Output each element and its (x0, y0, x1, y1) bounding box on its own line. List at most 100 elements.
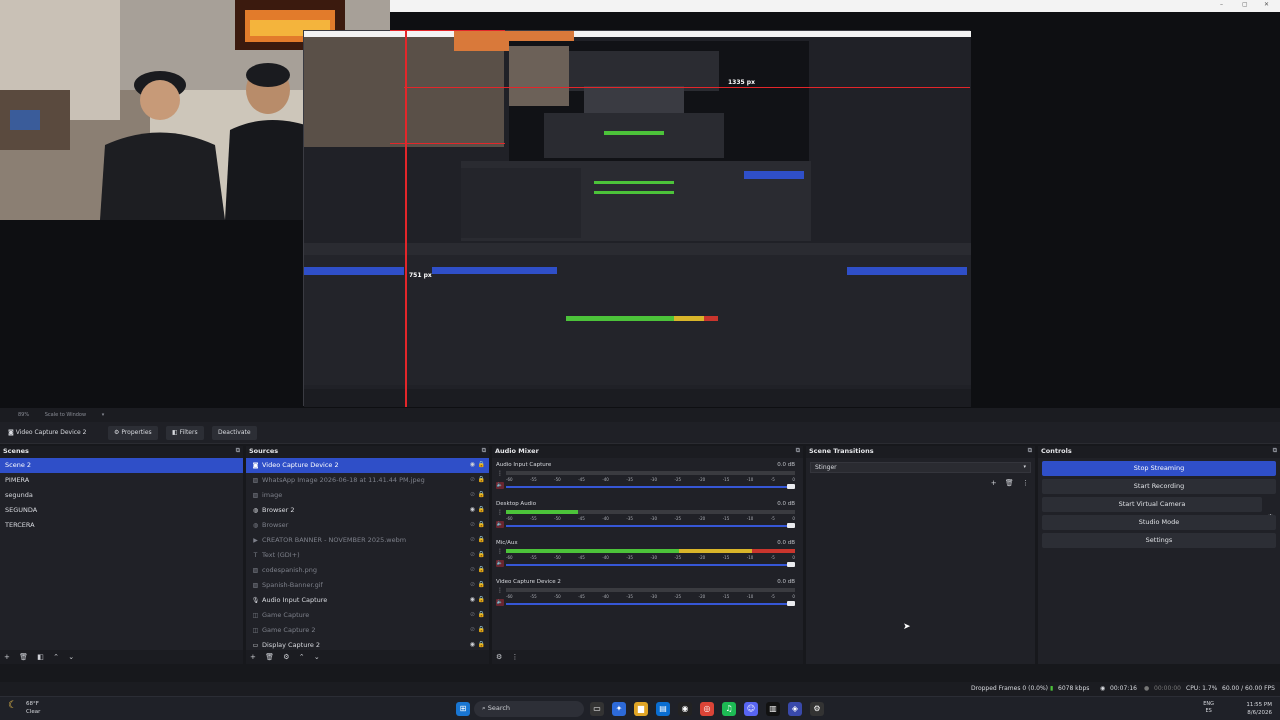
source-item[interactable]: T Text (GDI+) ⊘ 🔒 (246, 548, 489, 563)
lock-icon[interactable]: 🔒 (478, 551, 485, 558)
gear-icon[interactable]: ⚙ (283, 653, 289, 661)
file-explorer-icon[interactable]: ▆ (634, 702, 648, 716)
chevron-up-icon[interactable]: ⌃ (53, 653, 59, 661)
chevron-down-icon[interactable]: ⌄ (68, 653, 74, 661)
scene-item[interactable]: PIMERA (0, 473, 243, 488)
start-virtual-camera-button[interactable]: Start Virtual Camera (1042, 497, 1262, 512)
chrome-icon[interactable]: ◎ (700, 702, 714, 716)
speaker-icon[interactable]: 🔈 (496, 599, 504, 606)
lock-icon[interactable]: 🔒 (478, 566, 485, 573)
eye-off-icon[interactable]: ⊘ (470, 611, 475, 618)
volume-slider[interactable] (506, 601, 795, 606)
source-item[interactable]: 🎙 Audio Input Capture ◉ 🔒 (246, 593, 489, 608)
add-icon[interactable]: + (250, 653, 256, 661)
filter-icon[interactable]: ◧ (37, 653, 44, 661)
studio-mode-button[interactable]: Studio Mode (1042, 515, 1276, 530)
chevron-up-icon[interactable]: ⌃ (299, 653, 305, 661)
trash-icon[interactable]: 🗑 (1005, 479, 1014, 487)
copilot-icon[interactable]: ✦ (612, 702, 626, 716)
volume-slider[interactable] (506, 484, 795, 489)
taskbar-search[interactable]: ⌕ Search (474, 701, 584, 717)
more-icon[interactable]: ⋮ (1022, 479, 1029, 487)
spotify-icon[interactable]: ♫ (722, 702, 736, 716)
volume-slider-handle[interactable] (787, 484, 795, 489)
eye-off-icon[interactable]: ⊘ (470, 551, 475, 558)
dock-menu-icon[interactable]: ⧉ (1028, 447, 1032, 455)
scene-item[interactable]: segunda (0, 488, 243, 503)
audio-app-icon[interactable]: ▥ (766, 702, 780, 716)
lock-icon[interactable]: 🔒 (478, 611, 485, 618)
stop-streaming-button[interactable]: Stop Streaming (1042, 461, 1276, 476)
speaker-icon[interactable]: 🔈 (496, 560, 504, 567)
task-view-icon[interactable]: ▭ (590, 702, 604, 716)
lock-icon[interactable]: 🔒 (478, 581, 485, 588)
eye-icon[interactable]: ◉ (470, 461, 475, 468)
discord-icon[interactable]: ☺ (744, 702, 758, 716)
source-item[interactable]: ▶ CREATOR BANNER - NOVEMBER 2025.webm ⊘ 🔒 (246, 533, 489, 548)
trash-icon[interactable]: 🗑 (265, 653, 274, 661)
volume-slider-handle[interactable] (787, 562, 795, 567)
more-icon[interactable]: ⋮ (497, 470, 503, 477)
filters-button[interactable]: ◧ Filters (166, 426, 204, 440)
eye-off-icon[interactable]: ⊘ (470, 476, 475, 483)
source-item[interactable]: ◫ Game Capture 2 ⊘ 🔒 (246, 623, 489, 638)
more-icon[interactable]: ⋮ (512, 653, 519, 661)
language-indicator[interactable]: ENG ES (1203, 701, 1214, 715)
lock-icon[interactable]: 🔒 (478, 596, 485, 603)
speaker-icon[interactable]: 🔈 (496, 482, 504, 489)
dock-menu-icon[interactable]: ⧉ (236, 447, 240, 455)
chevron-down-icon[interactable]: ▾ (102, 412, 105, 418)
source-item[interactable]: ◫ Game Capture ⊘ 🔒 (246, 608, 489, 623)
scale-mode-select[interactable]: Scale to Window (45, 412, 86, 418)
system-clock[interactable]: 11:55 PM 8/6/2026 (1246, 701, 1272, 717)
scene-item[interactable]: TERCERA (0, 518, 243, 533)
lock-icon[interactable]: 🔒 (478, 521, 485, 528)
volume-slider-handle[interactable] (787, 523, 795, 528)
source-item[interactable]: ▨ Spanish-Banner.gif ⊘ 🔒 (246, 578, 489, 593)
lock-icon[interactable]: 🔒 (478, 626, 485, 633)
properties-button[interactable]: ⚙ Properties (108, 426, 158, 440)
source-item[interactable]: ◙ Video Capture Device 2 ◉ 🔒 (246, 458, 489, 473)
more-icon[interactable]: ⋮ (497, 548, 503, 555)
lock-icon[interactable]: 🔒 (478, 491, 485, 498)
lock-icon[interactable]: 🔒 (478, 536, 485, 543)
eye-icon[interactable]: ◉ (470, 641, 475, 648)
store-icon[interactable]: ▤ (656, 702, 670, 716)
dock-menu-icon[interactable]: ⧉ (1273, 447, 1277, 455)
settings-icon[interactable]: ⚙ (810, 702, 824, 716)
obs-icon[interactable]: ◉ (678, 702, 692, 716)
lock-icon[interactable]: 🔒 (478, 641, 485, 648)
trash-icon[interactable]: 🗑 (19, 653, 28, 661)
eye-off-icon[interactable]: ⊘ (470, 626, 475, 633)
zoom-level[interactable]: 89% (18, 412, 29, 418)
app-icon[interactable]: ◈ (788, 702, 802, 716)
gear-icon[interactable]: ⚙ (496, 653, 502, 661)
source-item[interactable]: ◍ Browser ⊘ 🔒 (246, 518, 489, 533)
chevron-down-icon[interactable]: ⌄ (314, 653, 320, 661)
more-icon[interactable]: ⋮ (497, 509, 503, 516)
source-item[interactable]: ▨ WhatsApp Image 2026-06-18 at 11.41.44 P… (246, 473, 489, 488)
lock-icon[interactable]: 🔒 (478, 461, 485, 468)
dock-menu-icon[interactable]: ⧉ (482, 447, 486, 455)
settings-button[interactable]: Settings (1042, 533, 1276, 548)
start-recording-button[interactable]: Start Recording (1042, 479, 1276, 494)
source-item[interactable]: ▨ codespanish.png ⊘ 🔒 (246, 563, 489, 578)
volume-slider[interactable] (506, 562, 795, 567)
preview-canvas[interactable]: – ▢ ✕ 1335 px 751 px (0, 0, 1280, 408)
scene-item[interactable]: Scene 2 (0, 458, 243, 473)
eye-off-icon[interactable]: ⊘ (470, 566, 475, 573)
source-item[interactable]: ◍ Browser 2 ◉ 🔒 (246, 503, 489, 518)
deactivate-button[interactable]: Deactivate (212, 426, 257, 440)
speaker-icon[interactable]: 🔈 (496, 521, 504, 528)
scene-item[interactable]: SEGUNDA (0, 503, 243, 518)
weather-widget[interactable]: 68°F Clear ☾ (8, 700, 40, 716)
transition-select[interactable]: Stinger ▾ (810, 462, 1031, 473)
dock-menu-icon[interactable]: ⧉ (796, 447, 800, 455)
eye-icon[interactable]: ◉ (470, 506, 475, 513)
eye-off-icon[interactable]: ⊘ (470, 491, 475, 498)
volume-slider-handle[interactable] (787, 601, 795, 606)
source-item[interactable]: ▨ image ⊘ 🔒 (246, 488, 489, 503)
lock-icon[interactable]: 🔒 (478, 506, 485, 513)
windows-start-icon[interactable]: ⊞ (456, 702, 470, 716)
add-icon[interactable]: + (4, 653, 10, 661)
